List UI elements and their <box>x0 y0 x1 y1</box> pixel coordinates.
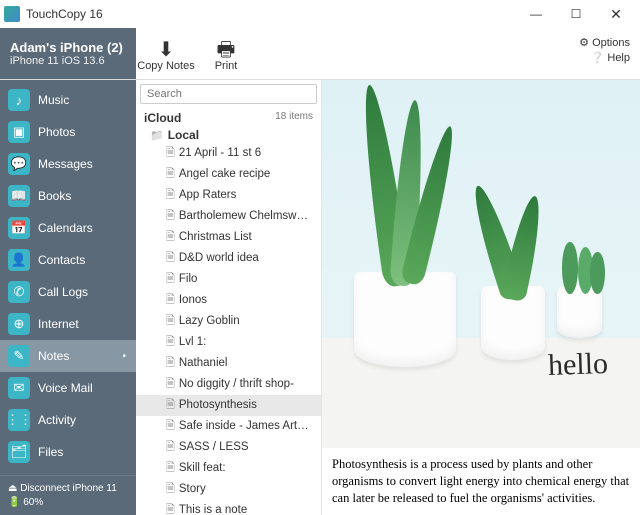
battery-status: 🔋 60% <box>8 497 128 508</box>
group-count: 18 items <box>275 111 313 125</box>
help-button[interactable]: ❔ Help <box>579 51 630 64</box>
sidebar: ♪ Music ▣ Photos 💬 Messages 📖 Books 📅 Calendars 👤 C… <box>0 80 136 515</box>
maximize-button[interactable]: ☐ <box>556 0 596 28</box>
sidebar-item-label: Books <box>38 189 71 203</box>
minimize-button[interactable]: — <box>516 0 556 28</box>
indicator-dot: • <box>122 351 126 362</box>
note-row[interactable]: Safe inside - James Arthur <box>136 416 321 437</box>
device-box: Adam's iPhone (2) iPhone 11 iOS 13.6 <box>0 28 136 79</box>
note-row[interactable]: Lazy Goblin <box>136 311 321 332</box>
header: Adam's iPhone (2) iPhone 11 iOS 13.6 ⬇ C… <box>0 28 640 80</box>
sidebar-icon: 📅 <box>8 217 30 239</box>
sidebar-item-notes[interactable]: ✎ Notes • <box>0 340 136 372</box>
disconnect-button[interactable]: ⏏ Disconnect iPhone 11 <box>8 483 128 494</box>
note-row[interactable]: Ionos <box>136 290 321 311</box>
sidebar-item-label: Files <box>38 445 63 459</box>
print-button[interactable]: 🖶 Print <box>196 36 256 72</box>
sidebar-icon: 👤 <box>8 249 30 271</box>
sidebar-item-label: Call Logs <box>38 285 88 299</box>
note-body: Photosynthesis is a process used by plan… <box>322 448 640 515</box>
sidebar-item-contacts[interactable]: 👤 Contacts <box>0 244 136 276</box>
note-row[interactable]: Angel cake recipe <box>136 164 321 185</box>
sidebar-list: ♪ Music ▣ Photos 💬 Messages 📖 Books 📅 Calendars 👤 C… <box>0 80 136 475</box>
device-info: iPhone 11 iOS 13.6 <box>10 55 126 67</box>
sidebar-item-photos[interactable]: ▣ Photos <box>0 116 136 148</box>
sidebar-icon: 🗂 <box>8 441 30 463</box>
download-icon: ⬇ <box>136 40 196 60</box>
search-input[interactable] <box>140 84 317 104</box>
sidebar-footer: ⏏ Disconnect iPhone 11 🔋 60% <box>0 475 136 515</box>
sidebar-item-activity[interactable]: ⋮⋮ Activity <box>0 404 136 436</box>
copy-notes-button[interactable]: ⬇ Copy Notes <box>136 36 196 72</box>
sidebar-icon: ⋮⋮ <box>8 409 30 431</box>
note-row[interactable]: App Raters <box>136 185 321 206</box>
note-row[interactable]: No diggity / thrift shop- <box>136 374 321 395</box>
sidebar-item-call-logs[interactable]: ✆ Call Logs <box>0 276 136 308</box>
close-button[interactable]: ✕ <box>596 0 636 28</box>
folder-row[interactable]: Local <box>136 127 321 143</box>
note-image: hello <box>322 80 640 448</box>
sidebar-item-label: Music <box>38 93 69 107</box>
sidebar-item-label: Photos <box>38 125 75 139</box>
sidebar-item-voice-mail[interactable]: ✉ Voice Mail <box>0 372 136 404</box>
sidebar-item-internet[interactable]: ⊕ Internet <box>0 308 136 340</box>
sidebar-item-calendars[interactable]: 📅 Calendars <box>0 212 136 244</box>
note-row[interactable]: D&D world idea <box>136 248 321 269</box>
note-row[interactable]: Lvl 1: <box>136 332 321 353</box>
sidebar-item-label: Activity <box>38 413 76 427</box>
sidebar-icon: ✆ <box>8 281 30 303</box>
notes-group-header: iCloud 18 items <box>136 108 321 127</box>
hello-decor: hello <box>548 347 609 383</box>
sidebar-icon: ⊕ <box>8 313 30 335</box>
header-right: ⚙ Options ❔ Help <box>569 28 640 79</box>
sidebar-item-files[interactable]: 🗂 Files <box>0 436 136 468</box>
device-name: Adam's iPhone (2) <box>10 40 126 55</box>
titlebar: TouchCopy 16 — ☐ ✕ <box>0 0 640 28</box>
notes-scroll[interactable]: iCloud 18 items Local21 April - 11 st 6Ang… <box>136 108 321 515</box>
sidebar-item-label: Voice Mail <box>38 381 93 395</box>
sidebar-icon: 📖 <box>8 185 30 207</box>
sidebar-item-label: Calendars <box>38 221 93 235</box>
sidebar-icon: ✎ <box>8 345 30 367</box>
sidebar-item-label: Contacts <box>38 253 85 267</box>
note-preview: hello Photosynthesis is a process used b… <box>322 80 640 515</box>
app-logo-icon <box>4 6 20 22</box>
note-row[interactable]: SASS / LESS <box>136 437 321 458</box>
sidebar-icon: 💬 <box>8 153 30 175</box>
sidebar-item-label: Internet <box>38 317 79 331</box>
copy-notes-label: Copy Notes <box>137 60 194 72</box>
sidebar-item-label: Messages <box>38 157 93 171</box>
note-row[interactable]: Photosynthesis <box>136 395 321 416</box>
note-row[interactable]: Filo <box>136 269 321 290</box>
note-row[interactable]: Nathaniel <box>136 353 321 374</box>
note-row[interactable]: Christmas List <box>136 227 321 248</box>
app-title: TouchCopy 16 <box>26 7 103 21</box>
note-row[interactable]: Story <box>136 479 321 500</box>
toolbar: ⬇ Copy Notes 🖶 Print <box>136 28 256 79</box>
note-row[interactable]: 21 April - 11 st 6 <box>136 143 321 164</box>
sidebar-item-messages[interactable]: 💬 Messages <box>0 148 136 180</box>
print-icon: 🖶 <box>196 40 256 60</box>
sidebar-icon: ▣ <box>8 121 30 143</box>
main: ♪ Music ▣ Photos 💬 Messages 📖 Books 📅 Calendars 👤 C… <box>0 80 640 515</box>
search-wrap <box>136 80 321 108</box>
note-row[interactable]: Bartholemew Chelmswood <box>136 206 321 227</box>
sidebar-item-label: Notes <box>38 349 69 363</box>
print-label: Print <box>215 60 238 72</box>
options-button[interactable]: ⚙ Options <box>579 36 630 49</box>
sidebar-item-music[interactable]: ♪ Music <box>0 84 136 116</box>
group-name: iCloud <box>144 111 181 125</box>
sidebar-icon: ♪ <box>8 89 30 111</box>
notes-panel: iCloud 18 items Local21 April - 11 st 6Ang… <box>136 80 322 515</box>
sidebar-icon: ✉ <box>8 377 30 399</box>
note-row[interactable]: This is a note <box>136 500 321 515</box>
sidebar-item-books[interactable]: 📖 Books <box>0 180 136 212</box>
note-row[interactable]: Skill feat: <box>136 458 321 479</box>
